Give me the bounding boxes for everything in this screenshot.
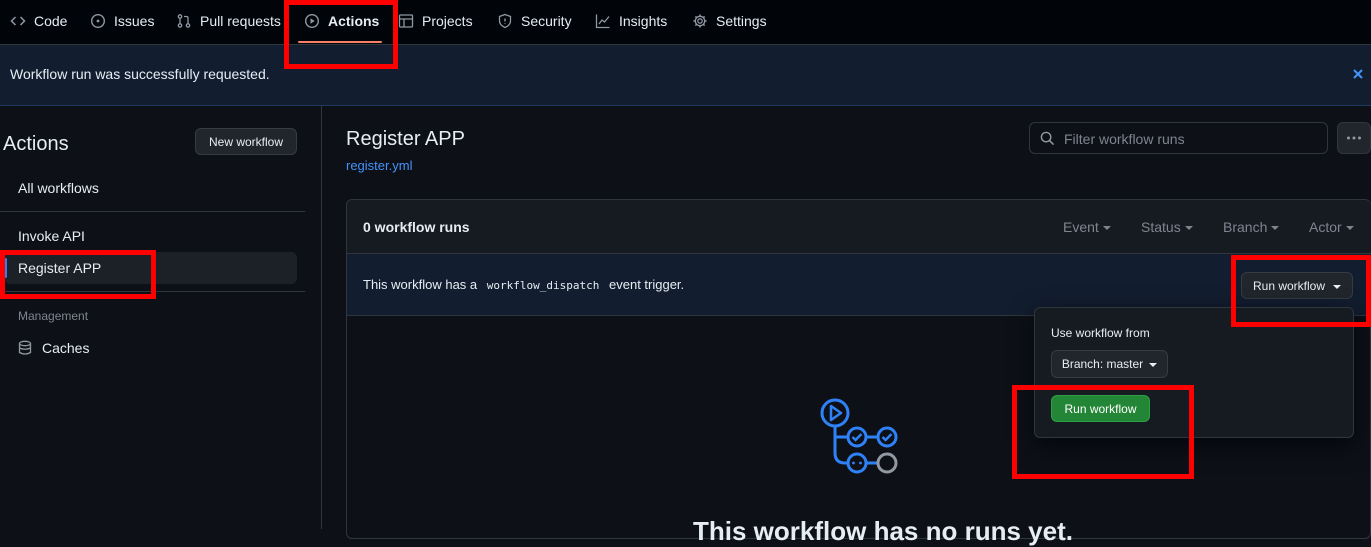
sidebar-item-caches[interactable]: Caches xyxy=(18,340,89,356)
divider xyxy=(0,291,305,292)
sidebar-item-label[interactable]: Register APP xyxy=(18,260,101,276)
tab-actions[interactable]: Actions xyxy=(304,0,379,42)
more-options-button[interactable] xyxy=(1337,122,1371,154)
triangle-down-icon xyxy=(1271,226,1280,230)
close-icon[interactable] xyxy=(1351,67,1365,81)
divider xyxy=(0,211,305,212)
repo-nav: Code Issues Pull requests Actions Projec… xyxy=(0,0,1371,45)
triangle-down-icon xyxy=(1149,363,1158,367)
triangle-down-icon xyxy=(1333,284,1342,289)
filter-branch[interactable]: Branch xyxy=(1223,219,1280,235)
tab-code[interactable]: Code xyxy=(10,0,67,42)
dispatch-code: workflow_dispatch xyxy=(486,279,600,292)
kebab-horizontal-icon xyxy=(1347,136,1361,140)
workflow-file-link[interactable]: register.yml xyxy=(346,158,412,173)
sidebar-item-all-workflows[interactable]: All workflows xyxy=(18,180,99,196)
page-title: Register APP xyxy=(346,128,465,150)
triangle-down-icon xyxy=(1184,226,1193,230)
dispatch-text-before: This workflow has a xyxy=(363,277,478,292)
triangle-down-icon xyxy=(1345,226,1354,230)
new-workflow-button[interactable]: New workflow xyxy=(195,128,297,155)
tab-label: Settings xyxy=(716,13,767,29)
triangle-down-icon xyxy=(1102,226,1111,230)
sidebar-title: Actions xyxy=(3,133,69,155)
button-label: Run workflow xyxy=(1252,278,1326,293)
search-input[interactable] xyxy=(1062,123,1326,155)
filter-event[interactable]: Event xyxy=(1063,219,1111,235)
button-label: Branch: master xyxy=(1061,357,1144,371)
table-icon xyxy=(398,14,414,28)
flash-banner: Workflow run was successfully requested. xyxy=(0,45,1371,106)
workflow-illustration-icon xyxy=(820,398,898,474)
active-tab-underline xyxy=(298,41,382,43)
run-workflow-dropdown-button[interactable]: Run workflow xyxy=(1241,272,1353,299)
tab-issues[interactable]: Issues xyxy=(90,0,154,42)
tab-pull-requests[interactable]: Pull requests xyxy=(176,0,281,42)
run-workflow-button[interactable]: Run workflow xyxy=(1051,395,1150,422)
tab-label: Actions xyxy=(328,13,380,29)
dispatch-text-after: event trigger. xyxy=(609,277,685,292)
tab-settings[interactable]: Settings xyxy=(692,0,767,42)
tab-label: Code xyxy=(34,13,68,29)
empty-state-heading: This workflow has no runs yet. xyxy=(693,516,1073,546)
management-heading: Management xyxy=(18,309,89,323)
runs-box-header xyxy=(347,200,1371,254)
filter-status[interactable]: Status xyxy=(1141,219,1193,235)
gear-icon xyxy=(693,14,707,28)
sidebar-item-invoke-api[interactable]: Invoke API xyxy=(18,228,85,244)
search-icon xyxy=(1040,131,1055,146)
play-icon xyxy=(304,13,320,29)
filter-label: Status xyxy=(1141,219,1181,235)
tab-label: Issues xyxy=(114,13,155,29)
branch-select-button[interactable]: Branch: master xyxy=(1051,350,1168,378)
use-workflow-from-label: Use workflow from xyxy=(1051,326,1150,340)
flash-message: Workflow run was successfully requested. xyxy=(10,66,270,82)
code-icon xyxy=(10,16,26,26)
tab-label: Security xyxy=(521,13,572,29)
selected-indicator xyxy=(4,258,7,278)
tab-label: Insights xyxy=(619,13,668,29)
filter-label: Actor xyxy=(1309,219,1342,235)
tab-label: Projects xyxy=(422,13,473,29)
issue-opened-icon xyxy=(90,13,106,29)
tab-label: Pull requests xyxy=(200,13,281,29)
filter-label: Event xyxy=(1063,219,1099,235)
tab-insights[interactable]: Insights xyxy=(595,0,667,42)
tab-security[interactable]: Security xyxy=(497,0,572,42)
git-pull-request-icon xyxy=(177,14,191,28)
database-icon xyxy=(18,340,32,355)
tab-projects[interactable]: Projects xyxy=(398,0,473,42)
filter-runs-search xyxy=(1029,122,1328,155)
filter-label: Branch xyxy=(1223,219,1268,235)
runs-count: 0 workflow runs xyxy=(363,219,470,235)
sidebar-item-label: Caches xyxy=(42,340,90,356)
graph-icon xyxy=(595,14,610,29)
dispatch-message: This workflow has a workflow_dispatch ev… xyxy=(363,277,684,292)
shield-icon xyxy=(498,13,512,29)
filter-actor[interactable]: Actor xyxy=(1309,219,1354,235)
sidebar: Actions New workflow All workflows Invok… xyxy=(0,106,322,529)
